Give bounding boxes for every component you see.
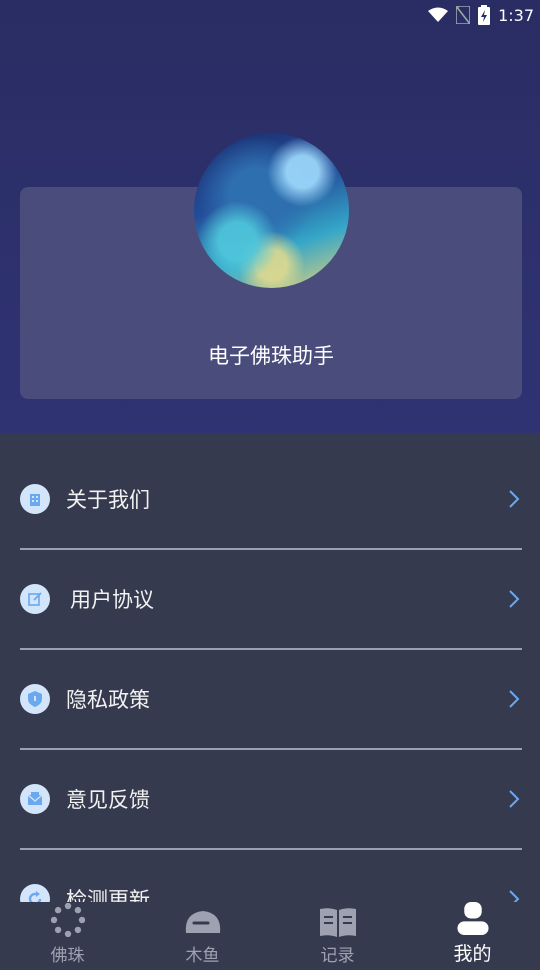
tab-label: 佛珠 xyxy=(50,946,85,966)
menu-item-label: 隐私政策 xyxy=(66,688,150,712)
user-icon xyxy=(456,902,489,935)
battery-charging-icon xyxy=(478,5,491,25)
menu-item-label: 关于我们 xyxy=(66,488,150,512)
bottom-tab-bar: 佛珠 木鱼 记录 我的 xyxy=(0,902,540,970)
menu-item-about[interactable]: 关于我们 xyxy=(20,450,522,550)
avatar[interactable] xyxy=(194,133,349,288)
tab-label: 木鱼 xyxy=(185,946,220,966)
chevron-right-icon xyxy=(509,590,520,608)
tab-beads[interactable]: 佛珠 xyxy=(0,902,135,970)
edit-icon xyxy=(20,584,50,614)
app-name: 电子佛珠助手 xyxy=(208,344,334,368)
tab-label: 我的 xyxy=(453,943,492,965)
menu-item-user-agreement[interactable]: 用户协议 xyxy=(20,550,522,650)
book-icon xyxy=(319,908,356,937)
mail-icon xyxy=(20,784,50,814)
settings-menu: 关于我们 用户协议 隐私政策 意见反馈 检测更新 xyxy=(20,450,522,948)
wooden-fish-icon xyxy=(185,911,220,933)
building-icon xyxy=(20,484,50,514)
wifi-icon xyxy=(428,7,449,22)
menu-item-label: 用户协议 xyxy=(70,588,154,612)
menu-item-privacy-policy[interactable]: 隐私政策 xyxy=(20,650,522,750)
chevron-right-icon xyxy=(509,790,520,808)
menu-item-feedback[interactable]: 意见反馈 xyxy=(20,750,522,850)
chevron-right-icon xyxy=(509,490,520,508)
status-time: 1:37 xyxy=(498,5,534,25)
tab-label: 记录 xyxy=(320,946,355,966)
no-sim-icon xyxy=(456,6,471,24)
shield-icon xyxy=(20,684,50,714)
chevron-right-icon xyxy=(509,690,520,708)
beads-icon xyxy=(50,903,85,937)
menu-item-label: 意见反馈 xyxy=(66,788,150,812)
tab-mine[interactable]: 我的 xyxy=(405,902,540,970)
status-bar: 1:37 xyxy=(0,0,540,30)
tab-wooden-fish[interactable]: 木鱼 xyxy=(135,902,270,970)
tab-records[interactable]: 记录 xyxy=(270,902,405,970)
